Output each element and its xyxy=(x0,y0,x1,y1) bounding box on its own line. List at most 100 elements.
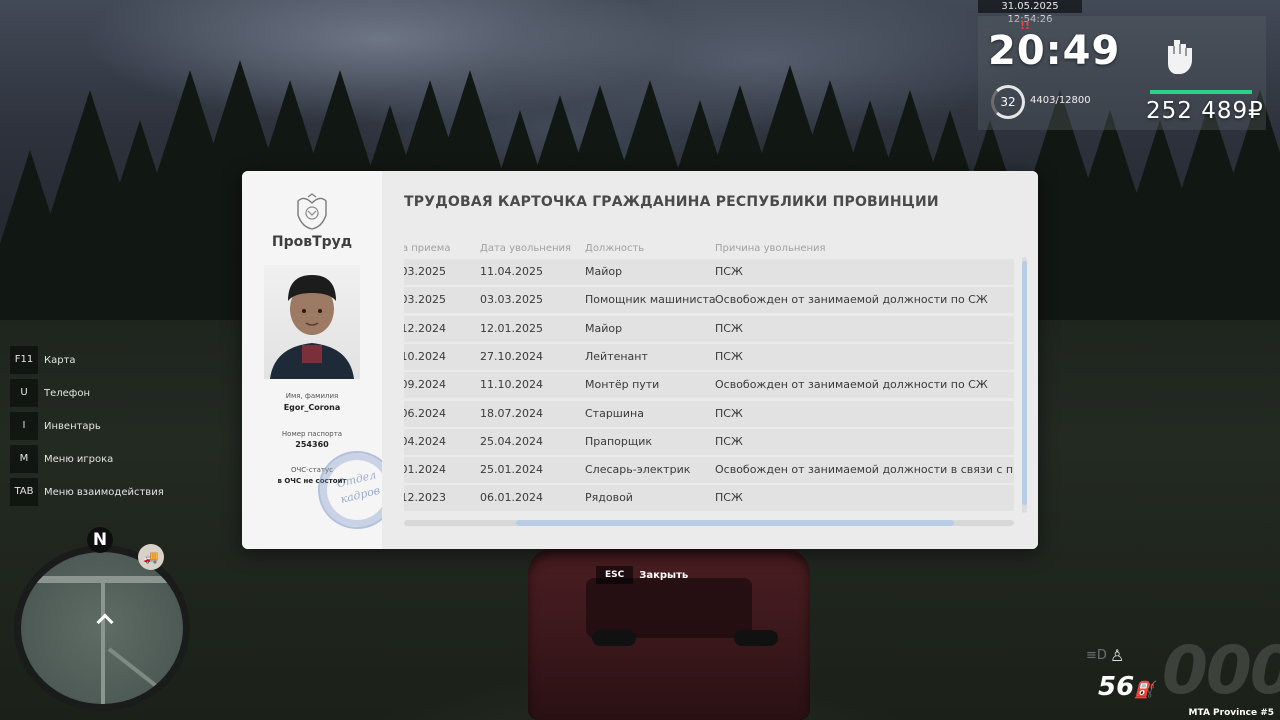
hotkey-key[interactable]: F11 xyxy=(10,346,38,374)
fist-icon xyxy=(1168,40,1192,74)
vertical-scrollbar[interactable] xyxy=(1022,257,1027,513)
hotkey-item[interactable]: I Инвентарь xyxy=(10,412,164,440)
fuel-icon: ⛽ xyxy=(1134,680,1155,699)
table-cell: ПСЖ xyxy=(715,434,743,448)
table-cell: Прапорщик xyxy=(585,434,653,448)
hotkey-key[interactable]: I xyxy=(10,412,38,440)
table-cell: 4.09.2024 xyxy=(404,378,446,392)
server-datetime: 31.05.2025 12:54:26 xyxy=(978,0,1082,25)
table-cell: 11.04.2025 xyxy=(480,265,543,278)
hotkey-key[interactable]: M xyxy=(10,445,38,473)
hotkey-label: Карта xyxy=(44,354,76,366)
esc-key[interactable]: ESC xyxy=(596,566,634,584)
employment-card-modal: ПровТруд Имя, фамилия Egor_Corona Номер … xyxy=(242,171,1038,549)
table-cell: Рядовой xyxy=(585,491,633,505)
hotkey-item[interactable]: F11 Карта xyxy=(10,346,164,374)
truck-icon: 🚚 xyxy=(138,544,164,570)
name-label: Имя, фамилия xyxy=(285,392,339,400)
server-name: MTA Province #5 xyxy=(1188,708,1274,718)
table-cell: ПСЖ xyxy=(715,265,743,278)
citizen-name: Egor_Corona xyxy=(283,403,341,412)
horizontal-scroll-thumb[interactable] xyxy=(516,520,954,526)
player-xp: 4403/12800 xyxy=(1030,95,1091,106)
table-cell: ПСЖ xyxy=(715,321,743,335)
seatbelt-icon: ♙ xyxy=(1110,646,1125,665)
table-cell: Майор xyxy=(585,265,623,278)
player-arrow-icon xyxy=(96,613,114,631)
table-cell: 2.12.2024 xyxy=(404,321,446,335)
table-header: ата приема Дата увольнения Должность Причин… xyxy=(404,243,1014,257)
minimap-road xyxy=(101,576,105,704)
hotkey-key[interactable]: TAB xyxy=(10,478,38,506)
table-cell: ПСЖ xyxy=(715,491,743,505)
table-cell: 9.04.2024 xyxy=(404,434,446,448)
game-time: 20:49 xyxy=(988,28,1121,74)
player-level: 32 xyxy=(991,85,1025,119)
table-cell: 3.06.2024 xyxy=(404,406,446,420)
hotkey-item[interactable]: TAB Меню взаимодействия xyxy=(10,478,164,506)
table-cell: 25.01.2024 xyxy=(480,463,543,477)
column-header[interactable]: ата приема xyxy=(404,243,450,254)
table-cell: Помощник машиниста xyxy=(585,293,716,307)
table-cell: 3.12.2023 xyxy=(404,491,446,505)
hotkey-menu: F11 Карта U Телефон I Инвентарь M Меню игрока TA… xyxy=(10,346,164,511)
table-cell: 18.07.2024 xyxy=(480,406,543,420)
brand-name: ПровТруд xyxy=(271,234,353,250)
table-cell: 12.01.2025 xyxy=(480,321,543,335)
table-cell: Лейтенант xyxy=(585,349,648,363)
table-cell: 27.10.2024 xyxy=(480,349,543,363)
table-cell: ПСЖ xyxy=(715,406,743,420)
vertical-scroll-thumb[interactable] xyxy=(1022,261,1027,505)
table-cell: 5.03.2025 xyxy=(404,265,446,278)
table-cell: 03.03.2025 xyxy=(480,293,543,307)
table-cell: 11.10.2024 xyxy=(480,378,543,392)
hotkey-key[interactable]: U xyxy=(10,379,38,407)
table-cell: 25.04.2024 xyxy=(480,434,543,448)
table-cell: Освобожден от занимаемой должности в свя… xyxy=(715,463,1014,477)
table-row: 3.12.2023 06.01.2024 Рядовой ПСЖ xyxy=(404,485,1014,511)
table-cell: 5.01.2024 xyxy=(404,463,446,477)
column-header[interactable]: Должность xyxy=(585,243,644,254)
table-row: 1.10.2024 27.10.2024 Лейтенант ПСЖ xyxy=(404,343,1014,370)
coat-of-arms-icon xyxy=(297,193,327,230)
hotkey-label: Меню взаимодействия xyxy=(44,486,164,498)
exhaust-left xyxy=(592,630,636,646)
table-cell: Монтёр пути xyxy=(585,378,660,392)
column-header[interactable]: Причина увольнения xyxy=(715,243,826,254)
table-row: 9.04.2024 25.04.2024 Прапорщик ПСЖ xyxy=(404,428,1014,455)
table-row: 5.03.2025 11.04.2025 Майор ПСЖ xyxy=(404,259,1014,285)
close-button[interactable]: Закрыть xyxy=(639,570,688,581)
table-cell: Освобожден от занимаемой должности по СЖ xyxy=(715,378,988,392)
table-cell: ПСЖ xyxy=(715,349,743,363)
fuel-level: 56⛽ xyxy=(1098,672,1154,702)
table-row: 5.01.2024 25.01.2024 Слесарь-электрик Освоб… xyxy=(404,457,1014,484)
horizontal-scrollbar[interactable] xyxy=(404,520,1014,526)
table-row: 2.12.2024 12.01.2025 Майор ПСЖ xyxy=(404,315,1014,342)
citizen-photo xyxy=(264,265,360,379)
modal-title: ТРУДОВАЯ КАРТОЧКА ГРАЖДАНИНА РЕСПУБЛИКИ … xyxy=(404,194,939,210)
dashboard-icons: ≡D xyxy=(1086,648,1107,663)
health-bar xyxy=(1150,90,1252,94)
hotkey-label: Меню игрока xyxy=(44,453,114,465)
passport-label: Номер паспорта xyxy=(281,430,343,438)
close-hint[interactable]: ESC Закрыть xyxy=(596,565,688,585)
passport-number: 254360 xyxy=(295,440,329,449)
profile-panel: ПровТруд Имя, фамилия Egor_Corona Номер … xyxy=(242,171,405,549)
history-table[interactable]: ата приема Дата увольнения Должность Причин… xyxy=(404,241,1014,511)
minimap-road xyxy=(21,576,183,583)
table-row: 4.09.2024 11.10.2024 Монтёр пути Освобожден… xyxy=(404,372,1014,399)
hotkey-label: Телефон xyxy=(44,387,91,399)
table-row: 3.06.2024 18.07.2024 Старшина ПСЖ xyxy=(404,400,1014,427)
hotkey-item[interactable]: M Меню игрока xyxy=(10,445,164,473)
column-header[interactable]: Дата увольнения xyxy=(480,243,571,254)
exhaust-right xyxy=(734,630,778,646)
employment-history: ТРУДОВАЯ КАРТОЧКА ГРАЖДАНИНА РЕСПУБЛИКИ … xyxy=(382,171,1038,549)
north-marker: N xyxy=(87,527,113,553)
hotkey-item[interactable]: U Телефон xyxy=(10,379,164,407)
table-cell: Освобожден от занимаемой должности по СЖ xyxy=(715,293,988,307)
minimap-road xyxy=(107,647,158,688)
table-cell: 5.03.2025 xyxy=(404,293,446,307)
table-row: 5.03.2025 03.03.2025 Помощник машинистаОсв… xyxy=(404,287,1014,314)
minimap xyxy=(14,545,190,711)
table-cell: 06.01.2024 xyxy=(480,491,543,505)
